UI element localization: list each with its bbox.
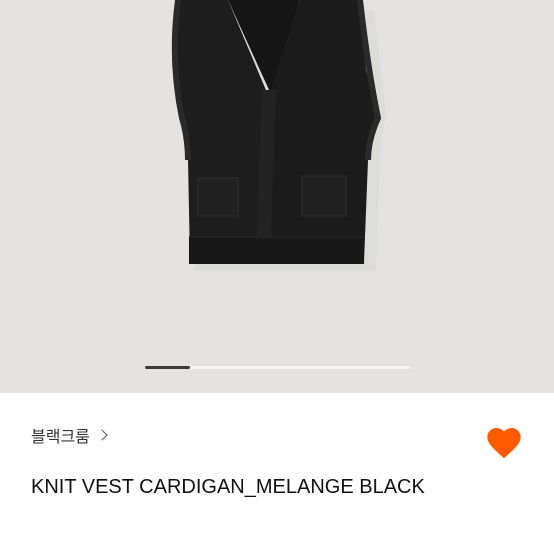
- heart-icon: [487, 428, 521, 459]
- product-title: KNIT VEST CARDIGAN_MELANGE BLACK: [31, 476, 425, 498]
- product-info: 블랙크룸 KNIT VEST CARDIGAN_MELANGE BLACK: [0, 393, 554, 554]
- brand-link[interactable]: 블랙크룸: [31, 423, 108, 447]
- carousel-progress: [145, 366, 410, 369]
- like-button[interactable]: [484, 423, 524, 463]
- product-image[interactable]: [0, 0, 554, 393]
- vest-illustration: [171, 0, 386, 271]
- carousel-progress-indicator: [145, 366, 191, 369]
- brand-name: 블랙크룸: [31, 427, 90, 446]
- chevron-right-icon: [96, 429, 108, 441]
